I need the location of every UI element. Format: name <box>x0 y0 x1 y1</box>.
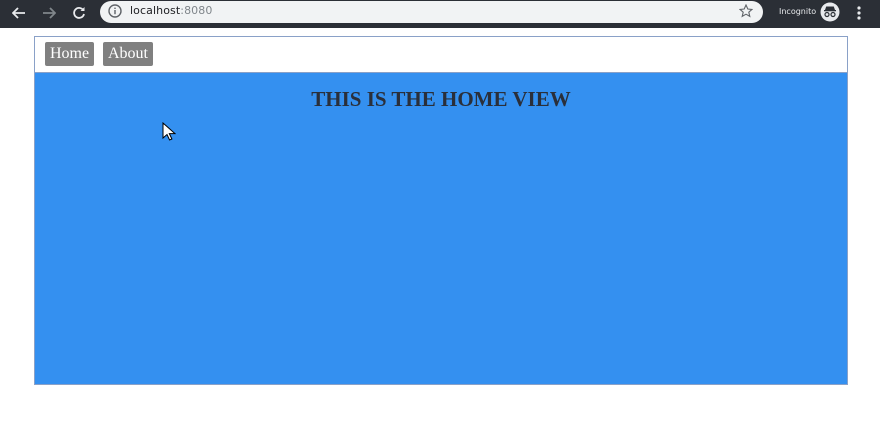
url-text: localhost:8080 <box>130 4 212 17</box>
incognito-icon[interactable] <box>820 2 840 22</box>
app-container: Home About THIS IS THE HOME VIEW <box>34 36 848 385</box>
nav-link-home[interactable]: Home <box>45 42 95 66</box>
page-heading: THIS IS THE HOME VIEW <box>311 87 571 111</box>
address-bar[interactable]: localhost:8080 <box>100 1 763 23</box>
reload-icon <box>73 7 85 19</box>
url-port: :8080 <box>180 4 213 17</box>
star-icon[interactable] <box>739 4 753 18</box>
back-button[interactable] <box>8 2 30 24</box>
page-viewport: Home About THIS IS THE HOME VIEW <box>0 28 880 429</box>
browser-toolbar: localhost:8080 Incognito <box>0 0 880 25</box>
arrow-right-icon <box>43 7 56 19</box>
arrow-left-icon <box>12 7 25 19</box>
forward-button[interactable] <box>38 2 60 24</box>
nav-link-about[interactable]: About <box>103 42 153 66</box>
mouse-cursor-icon <box>162 122 176 141</box>
reload-button[interactable] <box>68 2 90 24</box>
url-host: localhost <box>130 4 181 17</box>
home-view: THIS IS THE HOME VIEW <box>35 73 847 384</box>
incognito-label: Incognito <box>779 7 817 16</box>
info-icon[interactable] <box>108 4 122 18</box>
more-menu-icon[interactable] <box>853 4 865 22</box>
navbar: Home About <box>35 37 847 73</box>
